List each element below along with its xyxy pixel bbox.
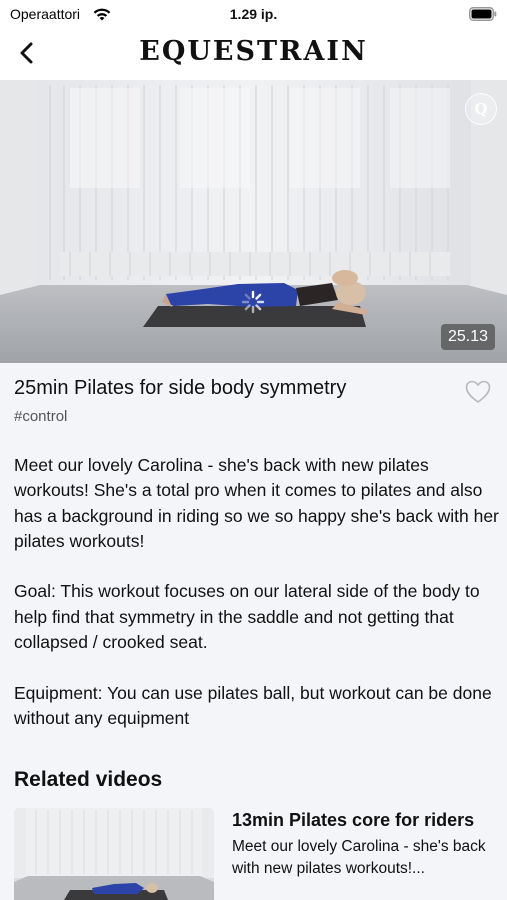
video-tag[interactable]: #control <box>14 408 67 425</box>
battery-icon <box>469 7 497 21</box>
related-videos-heading: Related videos <box>14 768 163 791</box>
description-equipment: Equipment: You can use pilates ball, but… <box>14 682 492 728</box>
brand-logo: EQUESTRAIN <box>139 36 368 67</box>
related-video-description: Meet our lovely Carolina - she's back wi… <box>232 838 486 877</box>
heart-outline-icon[interactable] <box>464 378 492 406</box>
status-bar: Operaattori 1.29 ip. <box>0 0 507 30</box>
status-time: 1.29 ip. <box>229 6 278 22</box>
video-player[interactable]: Q 25.13 <box>0 80 507 363</box>
related-video-title[interactable]: 13min Pilates core for riders <box>232 810 474 831</box>
app-header: EQUESTRAIN <box>0 30 507 80</box>
description-goal: Goal: This workout focuses on our latera… <box>14 581 480 653</box>
video-title: 25min Pilates for side body symmetry <box>14 377 347 399</box>
video-thumbnail <box>0 80 507 363</box>
q-logo-icon: Q <box>465 93 497 125</box>
video-duration: 25.13 <box>440 324 495 350</box>
spinner-icon <box>241 290 265 314</box>
video-description: Meet our lovely Carolina - she's back wi… <box>14 453 499 757</box>
related-video-thumbnail[interactable] <box>14 808 214 900</box>
description-intro: Meet our lovely Carolina - she's back wi… <box>14 455 499 551</box>
related-thumbnail-image <box>14 808 214 900</box>
